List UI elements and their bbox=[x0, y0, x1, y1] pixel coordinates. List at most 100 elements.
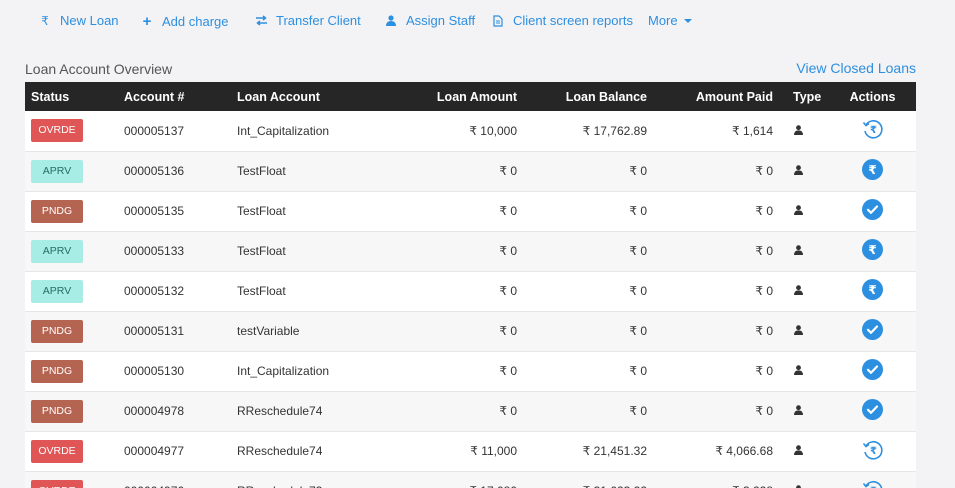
amount-paid-cell: ₹ 0 bbox=[755, 164, 773, 178]
individual-user-icon bbox=[794, 324, 803, 338]
type-cell bbox=[773, 151, 829, 191]
table-row[interactable]: APRV 000005136 TestFloat ₹ 0 ₹ 0 ₹ 0 ₹ bbox=[25, 151, 916, 191]
amount-paid-cell: ₹ 0 bbox=[755, 364, 773, 378]
table-row[interactable]: PNDG 000005131 testVariable ₹ 0 ₹ 0 ₹ 0 bbox=[25, 311, 916, 351]
loan-product-cell: RReschedule73 bbox=[237, 471, 405, 488]
account-number-cell[interactable]: 000004977 bbox=[124, 431, 237, 471]
loan-amount-cell: ₹ 0 bbox=[499, 404, 517, 418]
new-loan-button[interactable]: ₹ New Loan bbox=[38, 13, 119, 28]
loan-product-cell: TestFloat bbox=[237, 204, 286, 218]
account-number-cell[interactable]: 000004976 bbox=[124, 471, 237, 488]
loan-accounts-table-container: Status Account # Loan Account Loan Amoun… bbox=[25, 82, 916, 488]
loan-amount-cell: ₹ 11,000 bbox=[470, 444, 517, 458]
svg-text:₹: ₹ bbox=[868, 163, 876, 177]
loan-product-cell: TestFloat bbox=[237, 164, 286, 178]
assign-staff-button[interactable]: Assign Staff bbox=[384, 13, 475, 28]
more-dropdown[interactable]: More bbox=[648, 13, 692, 28]
loan-product-cell: testVariable bbox=[237, 324, 300, 338]
amount-paid-cell: ₹ 0 bbox=[755, 244, 773, 258]
amount-paid-cell: ₹ 4,066.68 bbox=[715, 444, 773, 458]
disburse-rupee-icon[interactable]: ₹ bbox=[862, 239, 883, 263]
type-cell bbox=[773, 191, 829, 231]
approve-check-icon[interactable] bbox=[862, 319, 883, 343]
account-number-cell[interactable]: 000005131 bbox=[124, 311, 237, 351]
approve-check-icon[interactable] bbox=[862, 199, 883, 223]
individual-user-icon bbox=[794, 364, 803, 378]
client-screen-reports-button[interactable]: Client screen reports bbox=[491, 13, 633, 28]
loan-balance-cell: ₹ 0 bbox=[629, 164, 647, 178]
status-cell: APRV bbox=[25, 271, 124, 311]
approve-check-icon[interactable] bbox=[862, 399, 883, 423]
table-row[interactable]: OVRDE 000005137 Int_Capitalization ₹ 10,000… bbox=[25, 111, 916, 151]
document-icon bbox=[491, 14, 505, 27]
type-cell bbox=[773, 111, 829, 151]
loan-accounts-table: Status Account # Loan Account Loan Amoun… bbox=[25, 82, 916, 488]
individual-user-icon bbox=[794, 404, 803, 418]
status-badge: OVRDE bbox=[31, 479, 83, 488]
table-row[interactable]: APRV 000005133 TestFloat ₹ 0 ₹ 0 ₹ 0 ₹ bbox=[25, 231, 916, 271]
table-row[interactable]: OVRDE 000004977 RReschedule74 ₹ 11,000 ₹ 21,… bbox=[25, 431, 916, 471]
individual-user-icon bbox=[794, 124, 803, 138]
status-badge: PNDG bbox=[31, 199, 83, 223]
table-row[interactable]: APRV 000005132 TestFloat ₹ 0 ₹ 0 ₹ 0 ₹ bbox=[25, 271, 916, 311]
add-charge-button[interactable]: + Add charge bbox=[140, 13, 229, 30]
transfer-client-button[interactable]: Transfer Client bbox=[254, 13, 361, 28]
type-cell bbox=[773, 391, 829, 431]
loan-product-cell: TestFloat bbox=[237, 284, 286, 298]
rupee-icon: ₹ bbox=[41, 13, 49, 28]
loan-product-cell: Int_Capitalization bbox=[237, 364, 330, 378]
loan-balance-cell: ₹ 31,623.22 bbox=[517, 471, 647, 488]
actions-cell bbox=[829, 311, 916, 351]
approve-check-icon[interactable] bbox=[862, 359, 883, 383]
plus-icon: + bbox=[142, 13, 152, 30]
status-badge: APRV bbox=[31, 279, 83, 303]
table-row[interactable]: PNDG 000004978 RReschedule74 ₹ 0 ₹ 0 ₹ 0 bbox=[25, 391, 916, 431]
repayment-rupee-icon[interactable]: ₹ bbox=[862, 479, 884, 488]
type-cell bbox=[773, 351, 829, 391]
account-number-cell[interactable]: 000005135 bbox=[124, 191, 237, 231]
individual-user-icon bbox=[794, 284, 803, 298]
loan-amount-cell: ₹ 17,080 bbox=[405, 471, 517, 488]
actions-cell: ₹ bbox=[829, 431, 916, 471]
table-row[interactable]: PNDG 000005130 Int_Capitalization ₹ 0 ₹ 0 ₹ 0 bbox=[25, 351, 916, 391]
status-badge: APRV bbox=[31, 159, 83, 183]
svg-text:₹: ₹ bbox=[870, 446, 877, 457]
loan-product-cell: RReschedule74 bbox=[237, 444, 323, 458]
loan-product-cell: Int_Capitalization bbox=[237, 123, 330, 138]
loan-balance-cell: ₹ 21,451.32 bbox=[582, 444, 647, 458]
status-cell: APRV bbox=[25, 231, 124, 271]
new-loan-label: New Loan bbox=[60, 13, 119, 28]
type-cell bbox=[773, 471, 829, 488]
disburse-rupee-icon[interactable]: ₹ bbox=[862, 159, 883, 183]
client-action-toolbar: ₹ New Loan + Add charge Transfer Client … bbox=[0, 0, 955, 44]
account-number-cell[interactable]: 000005136 bbox=[124, 151, 237, 191]
actions-cell: ₹ bbox=[829, 471, 916, 488]
actions-cell bbox=[829, 351, 916, 391]
header-account: Account # bbox=[124, 89, 185, 104]
amount-paid-cell: ₹ 0 bbox=[755, 284, 773, 298]
type-cell bbox=[773, 431, 829, 471]
account-number-cell[interactable]: 000005132 bbox=[124, 271, 237, 311]
add-charge-label: Add charge bbox=[162, 14, 229, 29]
actions-cell bbox=[829, 391, 916, 431]
status-cell: APRV bbox=[25, 151, 124, 191]
loan-amount-cell: ₹ 0 bbox=[499, 284, 517, 298]
transfer-client-label: Transfer Client bbox=[276, 13, 361, 28]
repayment-rupee-icon[interactable]: ₹ bbox=[862, 439, 884, 464]
actions-cell: ₹ bbox=[829, 111, 916, 151]
account-number-cell[interactable]: 000005137 bbox=[124, 111, 237, 151]
individual-user-icon bbox=[794, 164, 803, 178]
amount-paid-cell: ₹ 1,614 bbox=[732, 123, 773, 138]
actions-cell: ₹ bbox=[829, 271, 916, 311]
type-cell bbox=[773, 231, 829, 271]
account-number-cell[interactable]: 000005130 bbox=[124, 351, 237, 391]
disburse-rupee-icon[interactable]: ₹ bbox=[862, 279, 883, 303]
account-number-cell[interactable]: 000005133 bbox=[124, 231, 237, 271]
table-row[interactable]: PNDG 000005135 TestFloat ₹ 0 ₹ 0 ₹ 0 bbox=[25, 191, 916, 231]
status-badge: APRV bbox=[31, 239, 83, 263]
repayment-rupee-icon[interactable]: ₹ bbox=[862, 118, 884, 143]
table-row[interactable]: OVRDE 000004976RReschedule73₹ 17,080₹ 31,… bbox=[25, 471, 916, 488]
account-number-cell[interactable]: 000004978 bbox=[124, 391, 237, 431]
header-loan-account: Loan Account bbox=[237, 89, 320, 104]
view-closed-loans-link[interactable]: View Closed Loans bbox=[796, 60, 916, 76]
